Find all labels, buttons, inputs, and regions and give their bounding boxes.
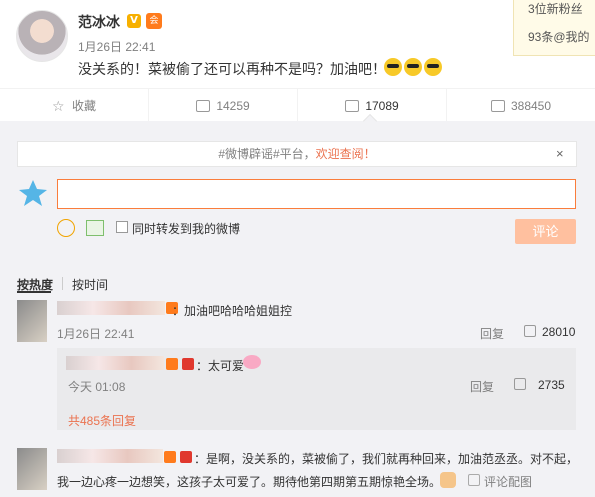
comment-text-continued: 我一边心疼一边想笑，这孩子太可爱了。期待他第四期第五期惊艳全场。 bbox=[57, 475, 442, 489]
star-icon: ☆ bbox=[51, 97, 65, 114]
repost-checkbox[interactable] bbox=[116, 221, 128, 233]
post-emoji-row bbox=[384, 58, 442, 76]
comment-count: 17089 bbox=[365, 98, 399, 113]
author-avatar[interactable] bbox=[16, 10, 68, 62]
post-text: 没关系的！菜被偷了还可以再种不是吗？加油吧！ bbox=[78, 61, 386, 77]
commenter-name[interactable] bbox=[57, 301, 165, 315]
mentions-notice[interactable]: 93条@我的 bbox=[528, 28, 590, 45]
rumor-notice-bar: #微博辟谣#平台，欢迎查阅！ bbox=[17, 141, 577, 167]
image-upload-icon[interactable] bbox=[86, 220, 104, 236]
cool-emoji-icon bbox=[424, 58, 442, 76]
comment-text: ：加油吧哈哈哈姐姐控 bbox=[172, 304, 293, 318]
post-time[interactable]: 1月26日 22:41 bbox=[78, 38, 155, 55]
cool-emoji-icon bbox=[404, 58, 422, 76]
new-followers-notice[interactable]: 3位新粉丝 bbox=[528, 0, 583, 17]
post-action-bar: ☆ 收藏 14259 17089 388450 bbox=[0, 88, 595, 122]
emoji-picker-icon[interactable] bbox=[57, 219, 75, 237]
commenter-name[interactable] bbox=[57, 449, 163, 463]
reply-button[interactable]: 回复 bbox=[470, 378, 494, 395]
comment-time: 1月26日 22:41 bbox=[57, 327, 135, 341]
reply-button[interactable]: 回复 bbox=[480, 325, 504, 342]
author-name[interactable]: 范冰冰 bbox=[78, 12, 120, 32]
submit-comment-button[interactable]: 评论 bbox=[515, 219, 576, 244]
like-count: 388450 bbox=[510, 98, 552, 113]
notice-text[interactable]: #微博辟谣#平台， bbox=[218, 147, 315, 161]
cool-emoji-icon bbox=[384, 58, 402, 76]
star-avatar-icon bbox=[19, 180, 47, 206]
tab-by-time[interactable]: 按时间 bbox=[72, 276, 108, 293]
vip-icon bbox=[164, 451, 176, 463]
hand-emoji-icon bbox=[440, 472, 456, 488]
tab-divider bbox=[62, 277, 63, 290]
replier-name[interactable] bbox=[66, 356, 164, 370]
pig-emoji-icon bbox=[243, 355, 261, 369]
comment-text: ：是啊，没关系的，菜被偷了，我们就再种回来，加油范丞丞。对不起， bbox=[194, 452, 579, 466]
more-replies-link[interactable]: 共485条回复 bbox=[68, 412, 136, 429]
commenter-avatar[interactable] bbox=[17, 448, 47, 490]
repost-icon bbox=[196, 99, 211, 112]
reply-like-count[interactable]: 2735 bbox=[538, 378, 565, 392]
reply-time: 今天 01:08 bbox=[68, 380, 126, 394]
vip-icon bbox=[166, 358, 178, 370]
repost-label: 同时转发到我的微博 bbox=[132, 222, 241, 236]
comment-input[interactable] bbox=[57, 179, 576, 209]
vip-icon: 会 bbox=[146, 13, 162, 29]
like-button[interactable]: 388450 bbox=[447, 89, 595, 122]
repost-button[interactable]: 14259 bbox=[149, 89, 298, 122]
thumbs-up-icon[interactable] bbox=[514, 378, 526, 390]
verified-icon: V bbox=[127, 14, 141, 28]
thumbs-up-icon bbox=[490, 99, 505, 112]
commenter-avatar[interactable] bbox=[17, 300, 47, 342]
reply-text: ：太可爱 bbox=[196, 359, 245, 373]
favorite-button[interactable]: ☆ 收藏 bbox=[0, 89, 149, 122]
active-tab-underline bbox=[17, 291, 51, 293]
favorite-label: 收藏 bbox=[71, 99, 96, 113]
repost-count: 14259 bbox=[216, 98, 250, 113]
close-icon[interactable]: × bbox=[556, 146, 564, 161]
badge-icon bbox=[180, 451, 192, 463]
thumbs-up-icon[interactable] bbox=[524, 325, 536, 337]
badge-icon bbox=[182, 358, 194, 370]
comment-image-link[interactable]: 评论配图 bbox=[484, 473, 532, 490]
comment-like-count[interactable]: 28010 bbox=[542, 325, 575, 339]
image-icon[interactable] bbox=[468, 474, 480, 486]
comment-icon bbox=[345, 99, 360, 112]
notice-link[interactable]: 欢迎查阅！ bbox=[316, 147, 376, 161]
